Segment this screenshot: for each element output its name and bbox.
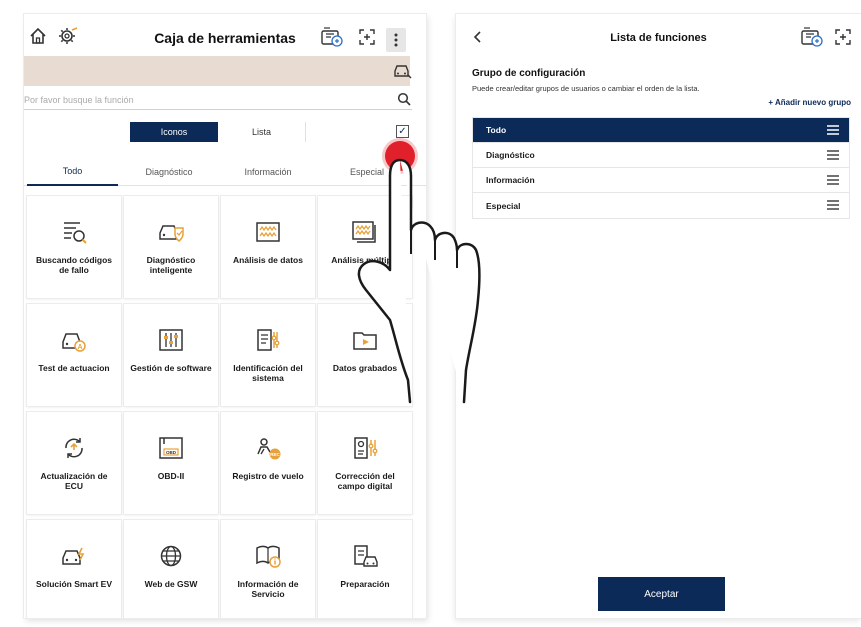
tab-diagnostico[interactable]: Diagnóstico (121, 158, 217, 186)
flight-record-icon: REC (254, 434, 282, 462)
search-bar (24, 90, 412, 110)
group-config-description: Puede crear/editar grupos de usuarios o … (472, 84, 700, 93)
vehicle-select-icon[interactable] (392, 62, 412, 80)
rec-badge: REC (270, 452, 280, 457)
tile-flight-record[interactable]: REC Registro de vuelo (221, 412, 315, 514)
tutorial-figure: Caja de herramientas Iconos Lista ✓ (0, 0, 861, 627)
obd-icon: OBD (157, 434, 185, 462)
top-bar: Caja de herramientas (24, 14, 426, 56)
tile-label: Corrección del campo digital (335, 471, 395, 491)
tile-preparation[interactable]: Preparación (318, 520, 412, 618)
group-row-label: Especial (486, 200, 521, 211)
vehicle-info-bar (24, 56, 410, 86)
expand-icon[interactable] (358, 28, 376, 46)
more-options-icon[interactable] (386, 28, 406, 52)
tile-system-id[interactable]: Identificación del sistema (221, 304, 315, 406)
preparation-icon (351, 542, 379, 570)
tile-actuation-test[interactable]: A Test de actuacion (27, 304, 121, 406)
group-row-diagnostico[interactable]: Diagnóstico (473, 143, 849, 168)
accept-button[interactable]: Aceptar (598, 577, 725, 611)
group-row-informacion[interactable]: Información (473, 168, 849, 193)
actuation-test-icon: A (60, 326, 88, 354)
checkmark-icon: ✓ (398, 126, 407, 137)
tile-label: OBD-II (157, 471, 185, 481)
tile-label: Gestión de software (130, 363, 212, 373)
drag-handle-icon[interactable] (827, 125, 839, 135)
tile-gsw-web[interactable]: Web de GSW (124, 520, 218, 618)
tile-label: Buscando códigos de fallo (35, 255, 113, 275)
data-analysis-icon (254, 218, 282, 246)
tile-label: Solución Smart EV (35, 579, 113, 589)
group-config-title: Grupo de configuración (472, 68, 586, 79)
tile-label: Información de Servicio (237, 579, 299, 599)
tile-label: Registro de vuelo (232, 471, 304, 481)
smart-diagnosis-icon (157, 218, 185, 246)
tile-label: Preparación (340, 579, 390, 589)
vci-connection-icon[interactable] (320, 26, 344, 48)
tile-label: Diagnóstico inteligente (146, 255, 196, 275)
tile-label: Actualización de ECU (40, 471, 108, 491)
smart-ev-icon (60, 542, 88, 570)
tab-informacion[interactable]: Información (220, 158, 316, 186)
group-row-especial[interactable]: Especial (473, 193, 849, 218)
svg-text:A: A (77, 344, 82, 351)
tab-todo[interactable]: Todo (27, 158, 118, 186)
drag-handle-icon[interactable] (827, 150, 839, 160)
group-row-label: Información (486, 175, 535, 185)
service-info-icon (254, 542, 282, 570)
tile-dtc-search[interactable]: Buscando códigos de fallo (27, 196, 121, 298)
group-list: Todo Diagnóstico Información Especial (472, 117, 850, 219)
function-list-screen: Lista de funciones Grupo de configuració… (456, 14, 861, 618)
view-toggle-icons[interactable]: Iconos (130, 122, 218, 142)
ecu-update-icon (60, 434, 88, 462)
add-group-link[interactable]: + Añadir nuevo grupo (768, 98, 851, 107)
obd-badge: OBD (166, 450, 177, 455)
tile-service-info[interactable]: Información de Servicio (221, 520, 315, 618)
dtc-search-icon (60, 218, 88, 246)
group-row-label: Diagnóstico (486, 150, 535, 160)
pointing-hand-icon (357, 158, 481, 404)
tile-label: Web de GSW (144, 579, 198, 589)
view-toggle-list[interactable]: Lista (218, 122, 306, 142)
drag-handle-icon[interactable] (827, 200, 839, 210)
drag-handle-icon[interactable] (827, 175, 839, 185)
expand-icon[interactable] (834, 28, 852, 46)
group-row-label: Todo (486, 125, 507, 135)
group-row-todo[interactable]: Todo (473, 118, 849, 143)
tile-label: Test de actuacion (38, 363, 110, 373)
tile-software-management[interactable]: Gestión de software (124, 304, 218, 406)
vci-connection-icon[interactable] (800, 26, 824, 48)
edit-checkbox[interactable]: ✓ (396, 125, 409, 138)
tile-label: Análisis de datos (233, 255, 303, 265)
tile-smart-diagnosis[interactable]: Diagnóstico inteligente (124, 196, 218, 298)
tile-smart-ev[interactable]: Solución Smart EV (27, 520, 121, 618)
tile-digital-field[interactable]: Corrección del campo digital (318, 412, 412, 514)
search-input[interactable] (24, 91, 384, 109)
tile-obd[interactable]: OBD OBD-II (124, 412, 218, 514)
tile-label: Identificación del sistema (233, 363, 303, 383)
tile-ecu-update[interactable]: Actualización de ECU (27, 412, 121, 514)
tile-data-analysis[interactable]: Análisis de datos (221, 196, 315, 298)
software-management-icon (157, 326, 185, 354)
system-id-icon (254, 326, 282, 354)
globe-icon (157, 542, 185, 570)
digital-field-icon (351, 434, 379, 462)
search-icon[interactable] (397, 92, 411, 106)
